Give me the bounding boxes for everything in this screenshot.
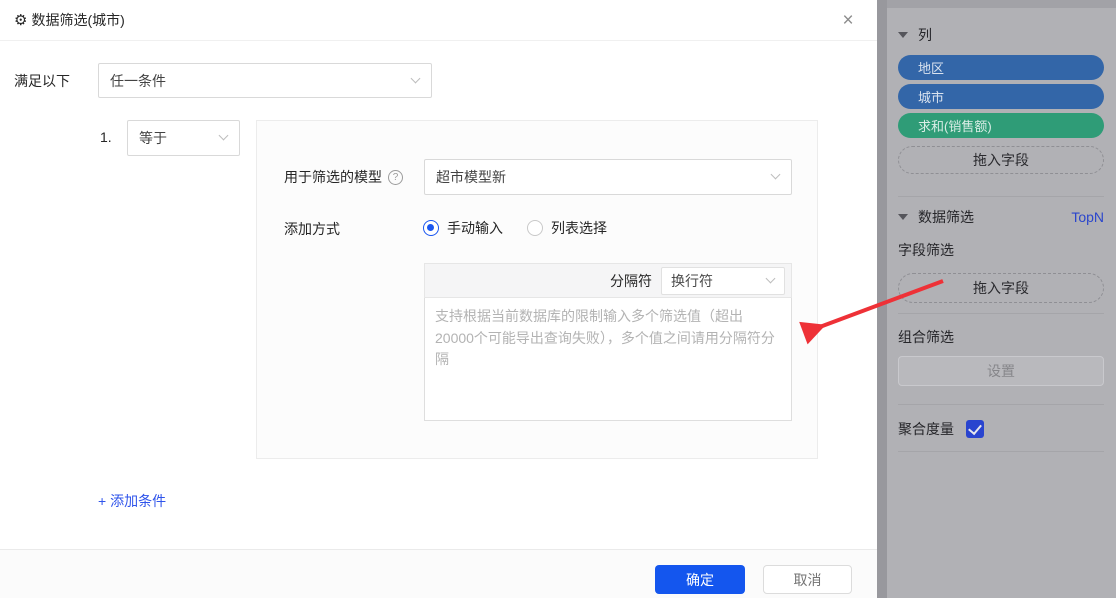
field-pill-sum-sales[interactable]: 求和(销售额) (898, 113, 1104, 138)
model-select[interactable]: 超市模型新 (424, 159, 792, 195)
operator-select[interactable]: 等于 (127, 120, 240, 156)
model-value: 超市模型新 (436, 167, 506, 187)
modal-backdrop-strip (877, 0, 887, 598)
chevron-down-icon (771, 170, 781, 180)
field-pill-label: 城市 (918, 87, 944, 106)
radio-list-select[interactable]: 列表选择 (527, 218, 607, 238)
dialog-title: 数据筛选(城市) (31, 10, 124, 30)
delimiter-bar: 分隔符 换行符 (424, 263, 792, 298)
close-icon[interactable]: × (837, 10, 859, 32)
data-filter-section-header[interactable]: 数据筛选 TopN (898, 207, 1104, 227)
combo-filter-settings-button[interactable]: 设置 (898, 356, 1104, 386)
radio-list-label: 列表选择 (551, 218, 607, 238)
divider (898, 404, 1104, 405)
dialog-title-wrap: ⚙ 数据筛选(城市) (14, 10, 125, 30)
condition-index: 1. (100, 129, 112, 145)
chevron-down-icon (766, 273, 776, 283)
caret-down-icon (898, 214, 908, 220)
field-pill-region[interactable]: 地区 (898, 55, 1104, 80)
topn-link[interactable]: TopN (1071, 209, 1104, 225)
divider (898, 451, 1104, 452)
model-label-wrap: 用于筛选的模型 ? (284, 167, 403, 187)
drop-field-zone-columns[interactable]: 拖入字段 (898, 146, 1104, 174)
field-pill-city[interactable]: 城市 (898, 84, 1104, 109)
caret-down-icon (898, 32, 908, 38)
data-filter-dialog: ⚙ 数据筛选(城市) × 满足以下 任一条件 1. 等于 用于筛选的模型 ? 超… (0, 0, 877, 598)
data-filter-section-title: 数据筛选 (918, 207, 974, 227)
dialog-header: ⚙ 数据筛选(城市) (0, 0, 877, 41)
add-condition-link[interactable]: + 添加条件 (98, 491, 166, 511)
match-condition-value: 任一条件 (110, 71, 166, 91)
ok-button[interactable]: 确定 (655, 565, 745, 594)
aggregate-measure-row: 聚合度量 (898, 419, 984, 439)
field-pill-label: 求和(销售额) (918, 116, 992, 135)
field-filter-label: 字段筛选 (898, 240, 954, 260)
radio-unselected-icon[interactable] (527, 220, 543, 236)
combo-filter-label: 组合筛选 (898, 327, 954, 347)
field-pill-label: 地区 (918, 58, 944, 77)
add-mode-label: 添加方式 (284, 219, 340, 239)
radio-manual-label: 手动输入 (447, 218, 503, 238)
delimiter-select[interactable]: 换行符 (661, 267, 785, 295)
radio-manual-input[interactable]: 手动输入 (423, 218, 503, 238)
chevron-down-icon (411, 73, 421, 83)
chevron-down-icon (219, 131, 229, 141)
gear-icon: ⚙ (14, 13, 27, 28)
screen: ⚙ 数据筛选(城市) × 满足以下 任一条件 1. 等于 用于筛选的模型 ? 超… (0, 0, 1116, 598)
divider (898, 313, 1104, 314)
match-condition-select[interactable]: 任一条件 (98, 63, 432, 98)
drop-field-zone-filter[interactable]: 拖入字段 (898, 273, 1104, 303)
operator-value: 等于 (139, 128, 167, 148)
checkbox-checked-icon[interactable] (966, 420, 984, 438)
model-label: 用于筛选的模型 (284, 167, 382, 187)
add-mode-radio-group: 手动输入 列表选择 (423, 218, 607, 238)
filter-values-textarea[interactable] (424, 297, 792, 421)
condition-detail-panel: 用于筛选的模型 ? 超市模型新 添加方式 手动输入 列表选择 (256, 120, 818, 459)
delimiter-value: 换行符 (671, 271, 713, 291)
divider (898, 196, 1104, 197)
radio-selected-icon[interactable] (423, 220, 439, 236)
chart-config-sidebar: 列 地区 城市 求和(销售额) 拖入字段 数据筛选 TopN 字段筛选 拖入字段… (887, 0, 1116, 598)
cancel-button[interactable]: 取消 (763, 565, 852, 594)
match-label: 满足以下 (14, 71, 70, 91)
dialog-footer: 确定 取消 (0, 549, 877, 598)
sidebar-top-divider (887, 0, 1116, 8)
columns-section-title: 列 (918, 25, 932, 45)
columns-section-header[interactable]: 列 (898, 25, 1104, 45)
help-icon[interactable]: ? (388, 170, 403, 185)
filter-values-input-group: 分隔符 换行符 (424, 263, 792, 421)
aggregate-measure-label: 聚合度量 (898, 419, 954, 439)
delimiter-label: 分隔符 (610, 271, 652, 291)
